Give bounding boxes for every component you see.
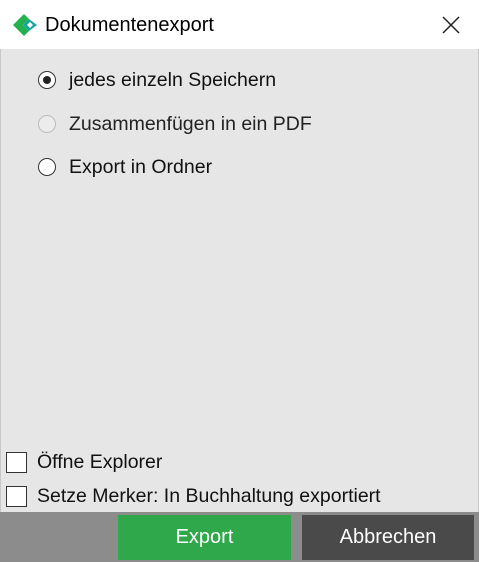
checkbox-set-flag-exported[interactable]: Setze Merker: In Buchhaltung exportiert — [6, 483, 381, 509]
export-button[interactable]: Export — [118, 515, 291, 560]
radio-option-label: Zusammenfügen in ein PDF — [69, 112, 312, 135]
checkbox-label: Öffne Explorer — [37, 450, 163, 473]
radio-option-save-individually[interactable]: jedes einzeln Speichern — [38, 67, 276, 93]
radio-button[interactable] — [38, 158, 56, 176]
app-logo-icon — [11, 12, 39, 38]
title-bar: Dokumentenexport — [0, 0, 479, 49]
close-button[interactable] — [436, 10, 466, 40]
checkbox[interactable] — [6, 485, 27, 507]
dialog-content: jedes einzeln Speichern Zusammenfügen in… — [0, 49, 479, 512]
radio-option-label: jedes einzeln Speichern — [69, 68, 277, 91]
checkbox-label: Setze Merker: In Buchhaltung exportiert — [37, 484, 381, 507]
radio-option-export-folder[interactable]: Export in Ordner — [38, 154, 212, 180]
window-title: Dokumentenexport — [45, 14, 214, 36]
cancel-button[interactable]: Abbrechen — [302, 515, 474, 560]
radio-option-label: Export in Ordner — [69, 155, 213, 178]
checkbox-open-explorer[interactable]: Öffne Explorer — [6, 449, 162, 475]
radio-option-merge-pdf: Zusammenfügen in ein PDF — [38, 111, 312, 137]
dokumentenexport-dialog: Dokumentenexport jedes einzeln Speichern… — [0, 0, 479, 562]
radio-button-selected[interactable] — [38, 71, 56, 89]
close-icon — [442, 16, 460, 34]
radio-button-disabled — [38, 115, 56, 133]
checkbox[interactable] — [6, 451, 27, 473]
button-bar: Export Abbrechen — [0, 512, 479, 562]
